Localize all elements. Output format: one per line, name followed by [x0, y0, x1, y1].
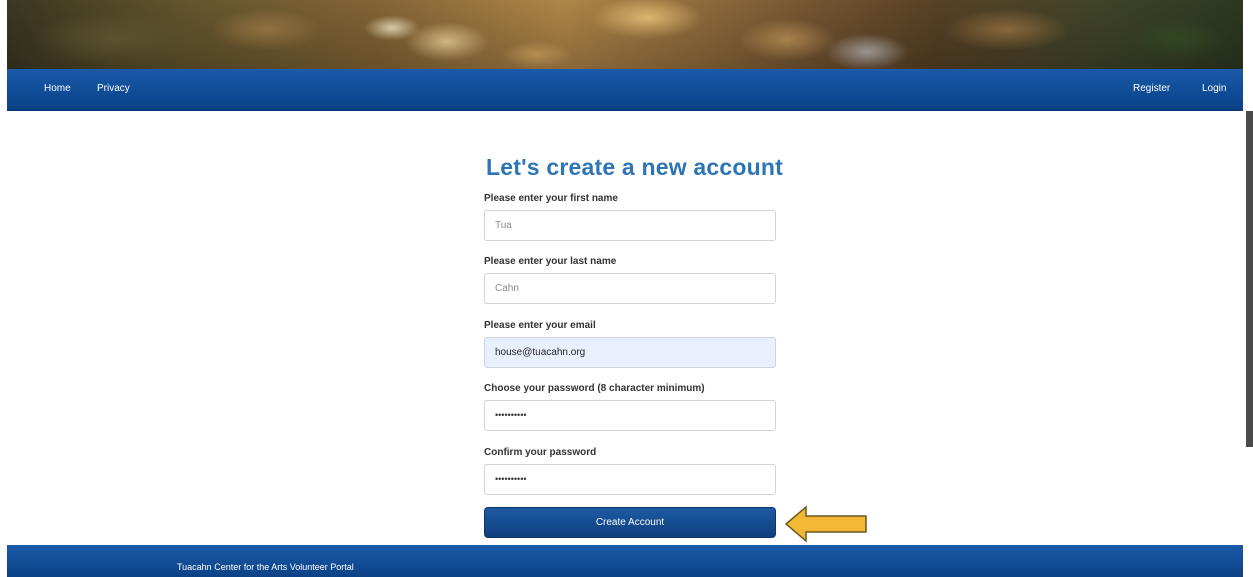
create-account-button[interactable]: Create Account	[484, 507, 776, 538]
last-name-label: Please enter your last name	[484, 256, 617, 267]
nav-login-link[interactable]: Login	[1202, 83, 1226, 94]
confirm-password-label: Confirm your password	[484, 447, 597, 458]
email-label: Please enter your email	[484, 320, 596, 331]
nav-privacy-link[interactable]: Privacy	[97, 83, 130, 94]
nav-home-link[interactable]: Home	[44, 83, 71, 94]
banner-shade	[7, 0, 1243, 70]
first-name-input[interactable]: Tua	[484, 210, 776, 241]
password-label: Choose your password (8 character minimu…	[484, 383, 705, 394]
top-navbar: Home Privacy Register Login	[7, 69, 1243, 111]
page-title: Let's create a new account	[486, 154, 784, 180]
footer-text: Tuacahn Center for the Arts Volunteer Po…	[177, 562, 354, 572]
last-name-input[interactable]: Cahn	[484, 273, 776, 304]
confirm-password-input[interactable]: ••••••••••	[484, 464, 776, 495]
email-input[interactable]: house@tuacahn.org	[484, 337, 776, 368]
first-name-label: Please enter your first name	[484, 193, 618, 204]
password-input[interactable]: ••••••••••	[484, 400, 776, 431]
header-banner-image	[7, 0, 1243, 70]
page-scrollbar[interactable]	[1246, 111, 1253, 447]
left-arrow-icon	[784, 505, 867, 543]
nav-register-link[interactable]: Register	[1133, 83, 1170, 94]
footer: Tuacahn Center for the Arts Volunteer Po…	[7, 545, 1243, 577]
